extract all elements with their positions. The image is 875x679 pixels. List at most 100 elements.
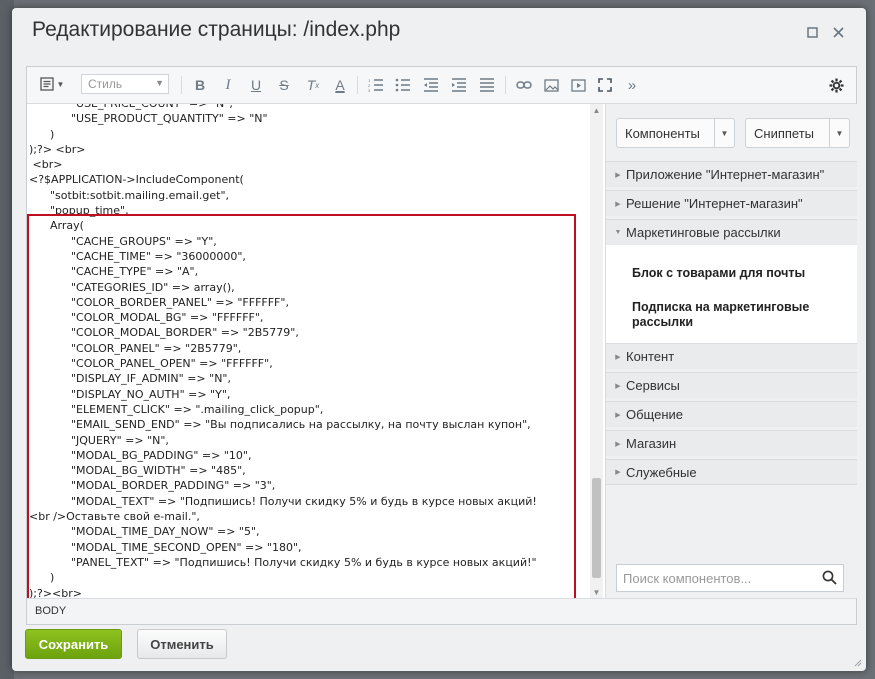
category-marketing-mailings[interactable]: ▼ Маркетинговые рассылки — [606, 219, 857, 245]
chevron-right-icon: ▶ — [615, 411, 621, 419]
code-line: <?$APPLICATION->IncludeComponent( — [29, 173, 244, 187]
toolbar-divider — [181, 76, 182, 94]
dialog-title: Редактирование страницы: /index.php — [32, 18, 401, 41]
code-line: "COLOR_MODAL_BG" => "FFFFFF", — [29, 311, 264, 325]
code-line: "USE_PRODUCT_QUANTITY" => "N" — [29, 112, 268, 126]
svg-text:3: 3 — [368, 88, 371, 92]
resize-handle-icon[interactable] — [852, 657, 862, 667]
sub-item-subscription[interactable]: Подписка на маркетинговые рассылки — [632, 300, 847, 330]
unordered-list-icon[interactable] — [394, 76, 412, 94]
save-button[interactable]: Сохранить — [25, 629, 122, 659]
code-line: "COLOR_PANEL" => "2B5779", — [29, 341, 242, 355]
category-solution-shop[interactable]: ▶ Решение "Интернет-магазин" — [606, 190, 857, 216]
category-label: Общение — [626, 407, 684, 422]
more-icon[interactable]: » — [623, 76, 641, 94]
code-line: "MODAL_TEXT" => "Подпишись! Получи скидк… — [29, 494, 537, 508]
code-line: "CACHE_TIME" => "36000000", — [29, 249, 246, 263]
code-line: Array( — [29, 219, 84, 233]
style-select-label: Стиль — [88, 77, 123, 91]
snippets-button[interactable]: Сниппеты ▼ — [745, 118, 850, 148]
chevron-down-icon[interactable]: ▼ — [714, 119, 734, 147]
style-select[interactable]: Стиль ▼ — [81, 74, 169, 94]
close-icon[interactable] — [830, 24, 846, 40]
code-line: "DISPLAY_NO_AUTH" => "Y", — [29, 387, 231, 401]
code-line: "popup_time", — [29, 204, 129, 218]
element-path[interactable]: BODY — [35, 605, 66, 617]
editor-toolbar: ▼ Стиль ▼ B I U S Tx A 123 » — [27, 67, 856, 104]
component-sidebar: Компоненты ▼ Сниппеты ▼ ▶ Приложение "Ин… — [605, 104, 857, 598]
code-line: "COLOR_MODAL_BORDER" => "2B5779", — [29, 326, 299, 340]
scroll-down-icon[interactable]: ▼ — [590, 586, 603, 598]
category-app-shop[interactable]: ▶ Приложение "Интернет-магазин" — [606, 161, 857, 187]
underline-icon[interactable]: U — [248, 76, 264, 94]
code-line: <br />Оставьте свой e-mail.", — [29, 510, 200, 524]
clear-format-icon[interactable]: Tx — [304, 76, 322, 94]
category-label: Сервисы — [626, 378, 680, 393]
chevron-right-icon: ▶ — [615, 171, 621, 179]
strikethrough-icon[interactable]: S — [276, 76, 292, 94]
cancel-button[interactable]: Отменить — [137, 629, 227, 659]
code-line: );?> <br> — [29, 142, 86, 156]
category-service[interactable]: ▶ Служебные — [606, 459, 857, 485]
code-line: "sotbit:sotbit.mailing.email.get", — [29, 188, 230, 202]
outdent-icon[interactable] — [422, 76, 440, 94]
category-label: Маркетинговые рассылки — [626, 225, 781, 240]
bold-icon[interactable]: B — [192, 76, 208, 94]
settings-icon[interactable] — [827, 76, 845, 94]
italic-icon[interactable]: I — [220, 76, 236, 94]
category-shop[interactable]: ▶ Магазин — [606, 430, 857, 456]
ordered-list-icon[interactable]: 123 — [367, 76, 385, 94]
component-search — [616, 564, 844, 592]
snippets-label: Сниппеты — [754, 125, 815, 141]
code-line: );?><br> — [29, 586, 82, 599]
category-label: Магазин — [626, 436, 677, 451]
video-icon[interactable] — [569, 76, 587, 94]
code-editor[interactable]: "USE_PRICE_COUNT" => "N", "USE_PRODUCT_Q… — [27, 104, 589, 598]
indent-icon[interactable] — [450, 76, 468, 94]
code-line: "USE_PRICE_COUNT" => "N", — [29, 104, 233, 110]
status-bar: BODY — [27, 598, 856, 624]
category-communication[interactable]: ▶ Общение — [606, 401, 857, 427]
toolbar-divider — [505, 76, 506, 94]
code-line: "CATEGORIES_ID" => array(), — [29, 280, 235, 294]
link-icon[interactable] — [515, 76, 533, 94]
fullscreen-icon[interactable] — [596, 76, 614, 94]
category-label: Контент — [626, 349, 675, 364]
align-icon[interactable] — [478, 76, 496, 94]
code-line: "CACHE_TYPE" => "A", — [29, 265, 199, 279]
sub-item-email-products[interactable]: Блок с товарами для почты — [632, 266, 847, 281]
components-button[interactable]: Компоненты ▼ — [616, 118, 735, 148]
code-line: ) — [29, 571, 55, 585]
code-line: "DISPLAY_IF_ADMIN" => "N", — [29, 372, 231, 386]
code-line: "EMAIL_SEND_END" => "Вы подписались на р… — [29, 418, 531, 432]
editor-frame: ▼ Стиль ▼ B I U S Tx A 123 » "USE_PRODUC… — [26, 66, 857, 625]
search-icon[interactable] — [822, 570, 837, 588]
code-line: "MODAL_BG_PADDING" => "10", — [29, 448, 252, 462]
search-input[interactable] — [617, 565, 813, 591]
components-label: Компоненты — [625, 125, 700, 141]
image-icon[interactable] — [542, 76, 560, 94]
scroll-thumb[interactable] — [592, 478, 601, 578]
code-line: "ELEMENT_CLICK" => ".mailing_click_popup… — [29, 402, 324, 416]
category-label: Служебные — [626, 464, 697, 480]
code-line: "COLOR_PANEL_OPEN" => "FFFFFF", — [29, 357, 273, 371]
maximize-icon[interactable] — [804, 24, 820, 40]
chevron-right-icon: ▶ — [615, 382, 621, 390]
code-line: "COLOR_BORDER_PANEL" => "FFFFFF", — [29, 295, 289, 309]
code-line: "PANEL_TEXT" => "Подпишись! Получи скидк… — [29, 555, 537, 569]
category-content[interactable]: ▶ Контент — [606, 343, 857, 369]
category-label: Решение "Интернет-магазин" — [626, 196, 803, 211]
chevron-right-icon: ▶ — [615, 353, 621, 361]
category-sub-list: Блок с товарами для почты Подписка на ма… — [606, 245, 857, 343]
code-line: "MODAL_TIME_SECOND_OPEN" => "180", — [29, 540, 302, 554]
scroll-up-icon[interactable]: ▲ — [590, 104, 603, 116]
font-color-icon[interactable]: A — [332, 76, 348, 94]
code-line: <br> — [29, 158, 63, 172]
code-line: ) — [29, 127, 55, 141]
view-mode-button[interactable]: ▼ — [35, 74, 69, 94]
code-line: "JQUERY" => "N", — [29, 433, 169, 447]
category-services[interactable]: ▶ Сервисы — [606, 372, 857, 398]
chevron-down-icon[interactable]: ▼ — [829, 119, 849, 147]
code-line: "MODAL_TIME_DAY_NOW" => "5", — [29, 525, 260, 539]
code-scrollbar[interactable]: ▲ ▼ — [590, 104, 603, 598]
